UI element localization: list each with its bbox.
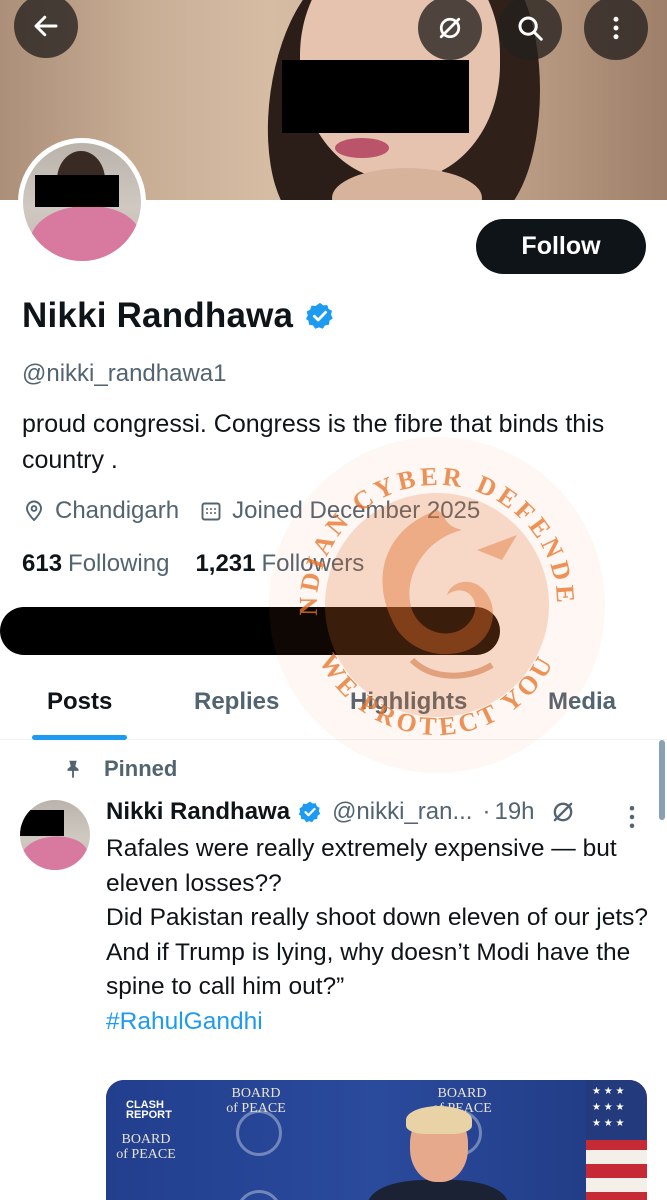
tab-media[interactable]: Media xyxy=(548,688,616,716)
profile-handle: @nikki_randhawa1 xyxy=(22,360,227,387)
location-item: Chandigarh xyxy=(22,497,179,525)
post-text-line: Did Pakistan really shoot down eleven of… xyxy=(106,904,649,931)
followed-by-redaction xyxy=(0,607,500,655)
following-label: Following xyxy=(68,550,170,577)
active-tab-indicator xyxy=(32,735,127,740)
logo-line2: REPORT xyxy=(126,1109,172,1121)
display-name: Nikki Randhawa xyxy=(22,296,294,335)
grok-icon xyxy=(439,17,461,39)
following-link[interactable]: 613 Following xyxy=(22,550,169,578)
media-seal xyxy=(236,1110,282,1156)
clash-report-logo: CLASH REPORT xyxy=(126,1100,172,1121)
avatar-redaction xyxy=(35,175,119,207)
location-text: Chandigarh xyxy=(55,497,180,524)
followers-label: Followers xyxy=(261,550,365,577)
media-person-hair xyxy=(406,1106,472,1134)
tab-replies[interactable]: Replies xyxy=(194,688,279,716)
post-header: Nikki Randhawa @nikki_ran... · 19h xyxy=(106,798,577,826)
name-row: Nikki Randhawa xyxy=(22,296,335,336)
avatar-photo xyxy=(23,143,141,261)
post-avatar-redaction xyxy=(20,810,64,836)
banner-redaction xyxy=(282,60,469,133)
post-media-image[interactable]: BOARD of PEACE BOARD of PEACE BOARD of P… xyxy=(106,1080,647,1200)
tab-posts[interactable]: Posts xyxy=(47,688,112,716)
more-vertical-icon xyxy=(613,16,619,40)
profile-avatar[interactable] xyxy=(18,138,146,266)
media-backdrop-text: BOARD of PEACE xyxy=(116,1132,176,1162)
scrollbar-thumb[interactable] xyxy=(659,740,665,820)
verified-badge-icon xyxy=(298,801,321,823)
pinned-label: Pinned xyxy=(104,756,178,781)
following-count: 613 xyxy=(22,550,63,577)
verified-badge-icon[interactable] xyxy=(305,301,335,331)
followers-link[interactable]: 1,231 Followers xyxy=(195,550,364,578)
post-author-name[interactable]: Nikki Randhawa xyxy=(106,798,290,826)
media-backdrop-text: BOARD of PEACE xyxy=(226,1086,286,1116)
post-author-avatar[interactable] xyxy=(20,800,90,870)
media-backdrop xyxy=(106,1080,647,1200)
media-flag-canton xyxy=(586,1080,647,1140)
location-pin-icon xyxy=(26,500,42,522)
post-time: 19h xyxy=(494,798,535,825)
post-text-line: Rafales were really extremely expensive … xyxy=(106,835,617,897)
back-arrow-icon xyxy=(34,15,58,37)
profile-meta: Chandigarh Joined December 2025 xyxy=(22,497,500,525)
post-separator: · xyxy=(482,798,491,825)
tab-highlights[interactable]: Highlights xyxy=(350,688,467,716)
post-body: Rafales were really extremely expensive … xyxy=(106,832,651,1039)
post-author-handle: @nikki_ran... xyxy=(332,798,473,825)
post-text-line: And if Trump is lying, why doesn’t Modi … xyxy=(106,938,631,1001)
followers-count: 1,231 xyxy=(195,550,256,577)
pinned-indicator: Pinned xyxy=(62,756,177,782)
profile-bio: proud congressi. Congress is the fibre t… xyxy=(22,410,605,474)
follow-stats: 613 Following 1,231 Followers xyxy=(22,550,390,578)
calendar-icon xyxy=(201,502,221,521)
post-more-icon[interactable] xyxy=(622,802,642,832)
banner-lips xyxy=(335,138,389,158)
hashtag-link[interactable]: #RahulGandhi xyxy=(106,1005,651,1040)
joined-item: Joined December 2025 xyxy=(199,497,480,525)
grok-icon[interactable] xyxy=(549,798,577,826)
search-icon xyxy=(518,16,543,41)
profile-tabs: Posts Replies Highlights Media xyxy=(0,672,667,740)
follow-button[interactable]: Follow xyxy=(476,219,646,274)
joined-text: Joined December 2025 xyxy=(232,497,481,524)
pin-icon xyxy=(67,760,79,779)
